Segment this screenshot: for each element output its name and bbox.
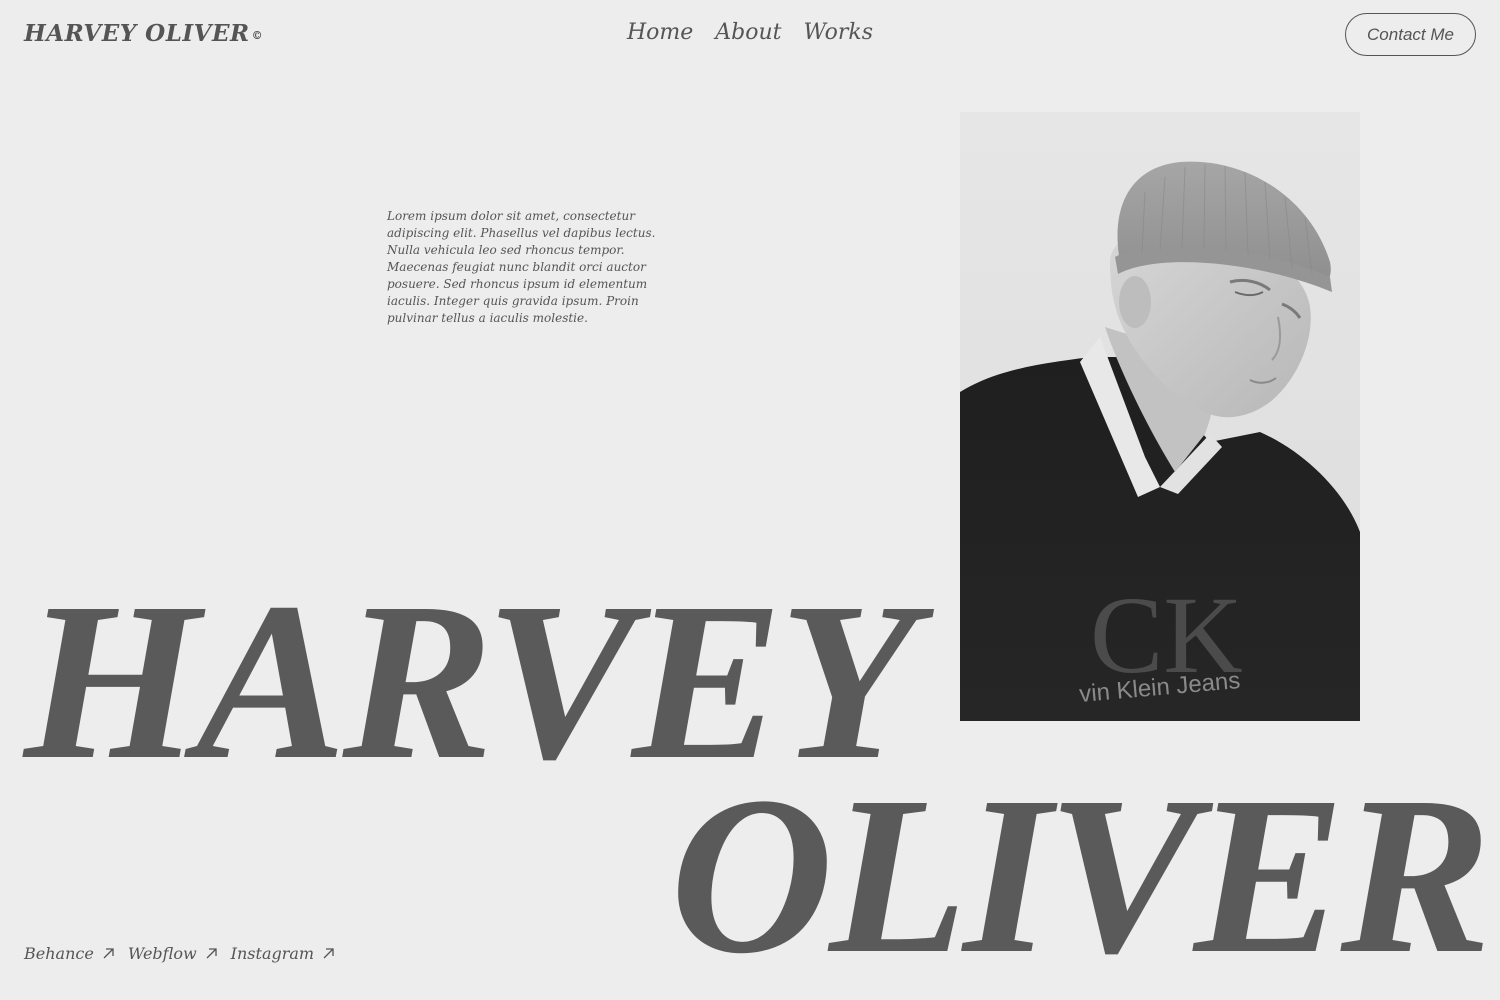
nav-about-link[interactable]: About — [715, 20, 781, 45]
social-links: Behance Webflow Instagram — [24, 944, 334, 963]
contact-me-button[interactable]: Contact Me — [1345, 13, 1476, 56]
arrow-up-right-icon — [323, 948, 334, 959]
intro-paragraph: Lorem ipsum dolor sit amet, consectetur … — [387, 209, 656, 325]
page: HARVEY OLIVER © Home About Works Contact … — [0, 0, 1500, 1000]
arrow-up-right-icon — [103, 948, 114, 959]
instagram-link[interactable]: Instagram — [231, 944, 334, 963]
arrow-up-right-icon — [206, 948, 217, 959]
portrait-illustration: CK vin Klein Jeans — [960, 112, 1360, 721]
instagram-label: Instagram — [230, 944, 315, 963]
nav-works-link[interactable]: Works — [804, 20, 874, 45]
hero-last-name: OLIVER — [670, 750, 1491, 1000]
nav-home-link[interactable]: Home — [627, 20, 693, 45]
main-nav: Home About Works — [0, 20, 1500, 45]
portrait-photo: CK vin Klein Jeans — [960, 112, 1360, 721]
webflow-label: Webflow — [127, 944, 197, 963]
behance-link[interactable]: Behance — [24, 944, 114, 963]
behance-label: Behance — [24, 944, 94, 963]
webflow-link[interactable]: Webflow — [128, 944, 217, 963]
